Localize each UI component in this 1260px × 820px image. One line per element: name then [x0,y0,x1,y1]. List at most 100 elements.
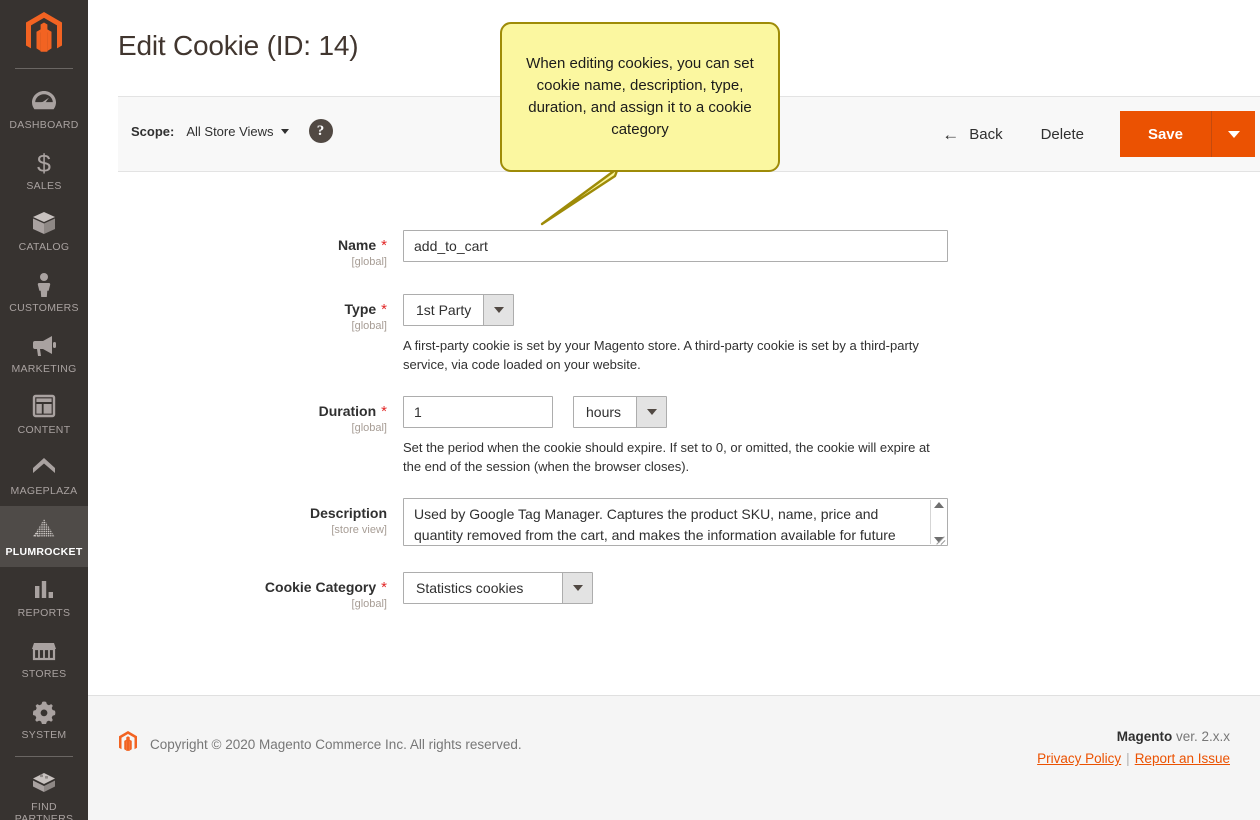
sidebar-item-plumrocket[interactable]: PLUMROCKET [0,506,88,567]
save-options-toggle[interactable] [1211,111,1255,157]
cookie-category-scope-note: [global] [351,598,387,610]
sidebar-item-label: MARKETING [11,363,77,375]
field-control-cookie-category: Statistics cookies [403,572,1260,610]
description-textarea-value: Used by Google Tag Manager. Captures the… [414,506,896,543]
sidebar-divider [15,756,73,757]
megaphone-icon [2,332,86,360]
box-package-icon [2,210,86,238]
footer-left: Copyright © 2020 Magento Commerce Inc. A… [118,730,522,759]
tooltip-pointer [540,166,620,226]
report-issue-link[interactable]: Report an Issue [1135,751,1230,766]
back-button[interactable]: ← Back [926,116,1018,153]
name-scope-note: [global] [351,256,387,268]
sidebar-item-label: REPORTS [17,607,71,619]
svg-text:$: $ [37,150,51,177]
field-row-description: Description [store view] Used by Google … [88,498,1260,546]
required-marker: * [381,237,387,254]
field-label-cookie-category: Cookie Category * [global] [88,572,403,610]
sidebar-item-dashboard[interactable]: DASHBOARD [0,79,88,140]
duration-help-text: Set the period when the cookie should ex… [403,440,930,474]
page-title: Edit Cookie (ID: 14) [118,30,359,61]
sidebar-item-label: DASHBOARD [9,119,79,131]
page-action-buttons: ← Back Delete Save [926,111,1255,157]
sidebar-item-reports[interactable]: REPORTS [0,567,88,628]
chevron-down-icon [636,397,666,427]
duration-input[interactable] [403,396,553,428]
description-scope-note: [store view] [331,524,387,536]
description-label: Description [309,505,387,521]
chevron-up-icon [933,502,944,508]
duration-unit-value: hours [586,404,622,420]
cookie-category-select[interactable]: Statistics cookies [403,572,593,604]
admin-sidebar: DASHBOARD $ SALES CATALOG CUSTOMERS MARK… [0,0,88,820]
back-button-label: Back [969,125,1003,143]
field-label-duration: Duration * [global] [88,396,403,476]
sidebar-item-label: STORES [21,668,67,680]
sidebar-item-stores[interactable]: STORES [0,628,88,689]
field-label-description: Description [store view] [88,498,403,546]
bar-chart-icon [2,576,86,604]
duration-unit-select[interactable]: hours [573,396,667,428]
chevron-down-icon [483,295,513,325]
chevron-down-icon [562,573,592,603]
field-row-duration: Duration* [global] hours Set the period … [88,396,1260,476]
sidebar-item-label: SALES [26,180,62,192]
footer-link-separator: | [1126,751,1130,766]
admin-page: DASHBOARD $ SALES CATALOG CUSTOMERS MARK… [0,0,1260,820]
field-row-name: Name * [global] [88,230,1260,268]
chevron-down-icon [280,128,289,134]
delete-button[interactable]: Delete [1019,116,1106,153]
required-marker: * [381,403,387,420]
gear-icon [2,698,86,726]
tooltip-bubble: When editing cookies, you can set cookie… [500,22,780,172]
chevron-up-double-icon [2,454,86,482]
sidebar-item-label: CUSTOMERS [9,302,79,314]
field-row-type: Type * [global] 1st Party A first-party c… [88,294,1260,374]
sidebar-item-system[interactable]: SYSTEM [0,689,88,750]
sidebar-item-label: CATALOG [18,241,70,253]
sidebar-item-label: FIND PARTNERS & EXTENSIONS [14,801,74,820]
description-textarea[interactable]: Used by Google Tag Manager. Captures the… [403,498,948,546]
sidebar-item-find-partners[interactable]: FIND PARTNERS & EXTENSIONS [0,761,88,820]
sidebar-item-sales[interactable]: $ SALES [0,140,88,201]
field-control-type: 1st Party A first-party cookie is set by… [403,294,1260,374]
field-label-name: Name * [global] [88,230,403,268]
sidebar-item-customers[interactable]: CUSTOMERS [0,262,88,323]
footer-version: Magento ver. 2.x.x [1037,729,1230,744]
sidebar-item-label: CONTENT [17,424,71,436]
sidebar-item-mageplaza[interactable]: MAGEPLAZA [0,445,88,506]
magento-logo-icon [118,730,138,759]
name-input[interactable] [403,230,948,262]
page-footer: Copyright © 2020 Magento Commerce Inc. A… [88,695,1260,820]
footer-copyright: Copyright © 2020 Magento Commerce Inc. A… [150,737,522,752]
footer-version-brand: Magento [1116,729,1173,744]
cookie-edit-form: Name* [global] Type* [global] 1st Party [88,230,1260,610]
sidebar-item-catalog[interactable]: CATALOG [0,201,88,262]
scope-dropdown[interactable]: All Store Views [186,124,289,139]
chevron-down-icon [1227,130,1240,138]
arrow-left-icon: ← [942,124,960,144]
privacy-policy-link[interactable]: Privacy Policy [1037,751,1121,766]
person-icon [2,271,86,299]
textarea-resize-handle[interactable] [933,531,946,544]
tooltip-text: When editing cookies, you can set cookie… [526,55,754,138]
type-select[interactable]: 1st Party [403,294,514,326]
dollar-sign-icon: $ [2,149,86,178]
question-mark-icon[interactable]: ? [308,119,333,143]
duration-scope-note: [global] [351,422,387,434]
type-scope-note: [global] [351,320,387,332]
sidebar-item-label: MAGEPLAZA [10,485,78,497]
sidebar-item-marketing[interactable]: MARKETING [0,323,88,384]
puzzle-blocks-icon [2,770,86,798]
save-button[interactable]: Save [1119,111,1211,157]
name-label: Name [338,237,377,253]
scope-label: Scope: [131,123,175,139]
magento-logo-icon[interactable] [0,0,88,68]
storefront-icon [2,637,86,665]
sidebar-item-content[interactable]: CONTENT [0,384,88,445]
cookie-category-value: Statistics cookies [416,580,524,596]
type-label: Type [344,301,377,317]
pyramid-icon [2,515,86,543]
required-marker: * [381,579,387,596]
cookie-category-label: Cookie Category [264,579,377,595]
